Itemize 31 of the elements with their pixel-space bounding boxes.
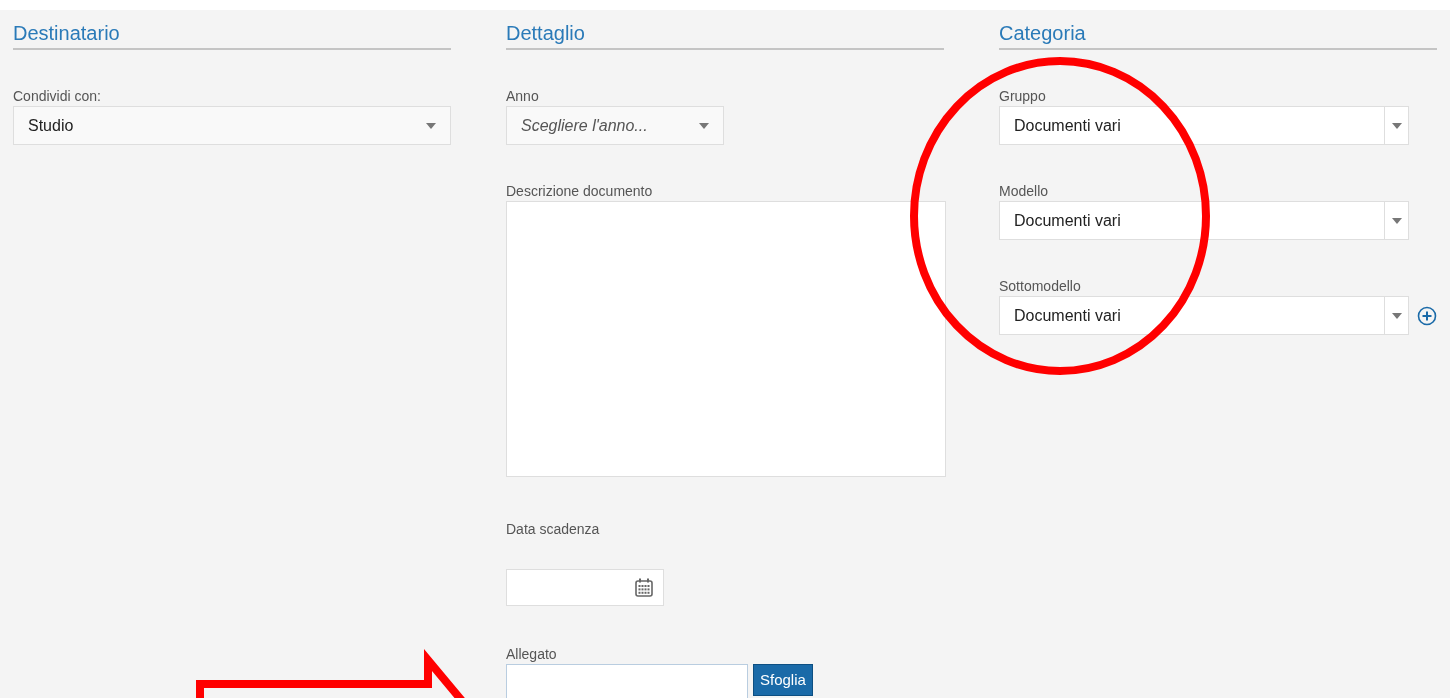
file-input[interactable] [506, 664, 748, 698]
caret-icon [426, 122, 436, 129]
selected-value: Documenti vari [1013, 305, 1122, 326]
date-field[interactable] [506, 569, 664, 606]
section-heading: Destinatario [13, 10, 451, 50]
add-icon[interactable] [1417, 305, 1437, 326]
field-label: Gruppo [999, 87, 1047, 106]
section-heading: Dettaglio [506, 10, 944, 50]
field-label: Descrizione documento [506, 182, 654, 201]
selected-value: Studio [28, 115, 74, 136]
caret-icon [1391, 312, 1402, 319]
calendar-icon[interactable] [635, 578, 653, 597]
field-label: Allegato [506, 645, 558, 664]
selected-value: Documenti vari [1013, 210, 1122, 231]
selected-value: Documenti vari [1013, 115, 1122, 136]
caret-icon [1391, 217, 1402, 224]
dropdown-field[interactable]: Documenti vari [999, 296, 1409, 335]
dropdown-field[interactable]: Scegliere l'anno... [506, 106, 724, 145]
dropdown-field[interactable]: Studio [13, 106, 451, 145]
placeholder-text: Scegliere l'anno... [521, 115, 648, 136]
field-label: Modello [999, 182, 1050, 201]
caret-icon [1391, 122, 1402, 129]
dropdown-field[interactable]: Documenti vari [999, 201, 1409, 240]
field-label: Anno [506, 87, 540, 106]
caret-icon [699, 122, 709, 129]
section-heading: Categoria [999, 10, 1437, 50]
browse-button[interactable]: Sfoglia [753, 664, 813, 696]
field-label: Data scadenza [506, 520, 601, 539]
field-label: Sottomodello [999, 277, 1082, 296]
field-label: Condividi con: [13, 87, 102, 106]
dropdown-field[interactable]: Documenti vari [999, 106, 1409, 145]
